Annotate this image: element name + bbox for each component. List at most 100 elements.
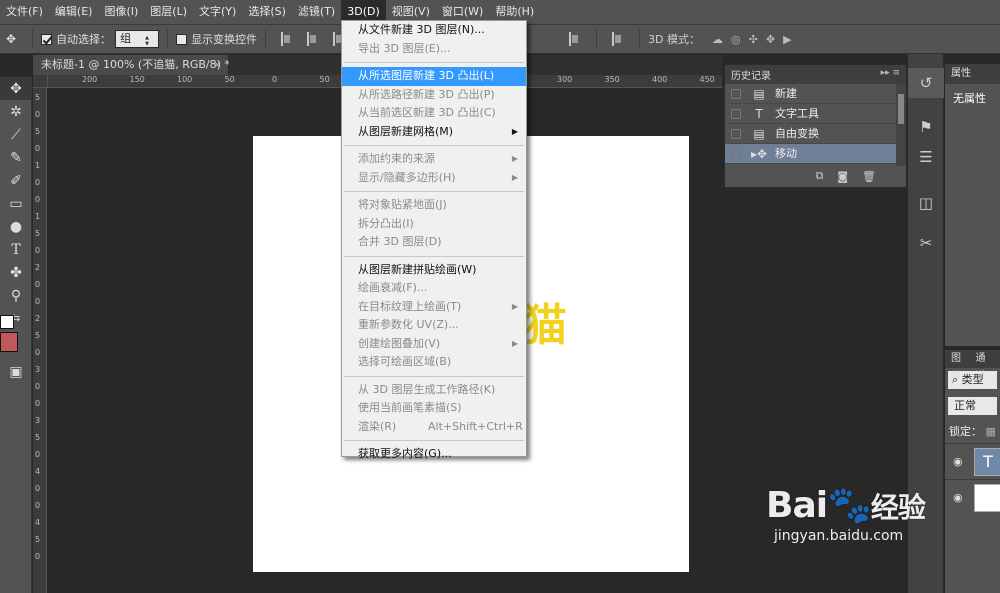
close-tab-icon[interactable]: ×: [213, 55, 222, 75]
auto-select-dropdown[interactable]: 组: [115, 30, 160, 48]
snapshot-icon[interactable]: ◙: [837, 170, 848, 183]
zoom-icon[interactable]: ⚲: [0, 284, 32, 307]
distribute-icon[interactable]: [569, 32, 581, 46]
trash-icon[interactable]: 🗑: [862, 170, 876, 183]
menu-item[interactable]: 图像(I): [98, 0, 144, 24]
menu-3d-item[interactable]: 选择可绘画区域(B): [342, 353, 526, 372]
visibility-eye-icon[interactable]: ◉: [953, 455, 963, 468]
show-transform-checkbox[interactable]: [176, 33, 188, 45]
eyedropper-icon[interactable]: ⟋: [0, 123, 32, 146]
3d-orbit-icon[interactable]: ☁: [712, 33, 723, 46]
menu-3d-item[interactable]: 合并 3D 图层(D): [342, 233, 526, 252]
screen-mode-icon[interactable]: ▣: [0, 360, 32, 383]
menu-3d-item[interactable]: 从所选图层新建 3D 凸出(L): [342, 67, 526, 86]
history-row[interactable]: ▤ 自由变换: [725, 124, 906, 144]
menu-3d-item[interactable]: 将对象贴紧地面(J): [342, 196, 526, 215]
history-row-label: 文字工具: [775, 107, 819, 120]
ruler-tick-label: 5: [35, 127, 41, 136]
history-panel-icon[interactable]: ↺: [908, 68, 944, 98]
menu-3d-item[interactable]: 导出 3D 图层(E)...: [342, 40, 526, 59]
brush-presets-icon[interactable]: ⚑: [908, 112, 944, 142]
3d-slide-icon[interactable]: ✥: [766, 33, 775, 46]
properties-tab[interactable]: 属性: [945, 64, 1000, 84]
menu-3d-item-label: 获取更多内容(G)...: [358, 447, 452, 460]
3d-pan-icon[interactable]: ✣: [749, 33, 758, 46]
history-tab[interactable]: 历史记录: [731, 67, 771, 82]
move-tool-icon[interactable]: ✥: [0, 77, 32, 100]
menu-3d-item[interactable]: 获取更多内容(G)...: [342, 445, 526, 464]
new-document-from-state-icon[interactable]: ⧉: [815, 169, 823, 183]
ruler-tick-label: 5: [35, 331, 41, 340]
blend-mode-dropdown[interactable]: 正常: [948, 397, 997, 415]
auto-select-checkbox[interactable]: [41, 33, 53, 45]
eraser-icon[interactable]: ▭: [0, 192, 32, 215]
menu-separator: [344, 191, 524, 192]
menu-item[interactable]: 编辑(E): [49, 0, 99, 24]
type-tool-icon[interactable]: T: [0, 238, 32, 261]
background-color-swatch[interactable]: [0, 332, 18, 352]
menu-3d-item[interactable]: 从文件新建 3D 图层(N)...: [342, 21, 526, 40]
menu-3d-item[interactable]: 绘画衰减(F)...: [342, 279, 526, 298]
menu-item[interactable]: 图层(L): [144, 0, 193, 24]
menu-3d-item-label: 添加约束的来源: [358, 152, 435, 165]
brush-icon[interactable]: ✎: [0, 146, 32, 169]
menu-item[interactable]: 文字(Y): [193, 0, 242, 24]
align-vcenter-icon[interactable]: [307, 32, 319, 46]
ruler-tick-label: 4: [35, 518, 41, 527]
layer-comps-icon[interactable]: ◫: [908, 188, 944, 218]
menu-3d-item[interactable]: 创建绘图叠加(V) ▶: [342, 335, 526, 354]
menu-3d-item[interactable]: 渲染(R) Alt+Shift+Ctrl+R: [342, 418, 526, 437]
ruler-tick-label: 100: [177, 75, 193, 84]
auto-align-icon[interactable]: [612, 32, 624, 46]
canvas-text-layer[interactable]: 猫: [523, 301, 567, 351]
menu-3d-item-label: 从图层新建网格(M): [358, 124, 454, 138]
foreground-color-swatch[interactable]: [0, 315, 14, 329]
menu-item[interactable]: 选择(S): [242, 0, 292, 24]
tool-presets-icon[interactable]: ✂: [908, 228, 944, 258]
menu-3d-item[interactable]: 使用当前画笔素描(S): [342, 399, 526, 418]
menu-3d-item[interactable]: 从图层新建拼贴绘画(W): [342, 261, 526, 280]
menu-3d-item[interactable]: 拆分凸出(I): [342, 215, 526, 234]
history-row[interactable]: ▸✥ 移动: [725, 144, 906, 164]
3d-camera-icon[interactable]: ▶: [783, 33, 791, 46]
channels-tab[interactable]: 通道: [976, 350, 991, 382]
layer-filter-dropdown[interactable]: ⌕ 类型: [948, 371, 997, 389]
options-separator: [265, 30, 267, 48]
panel-menu-icon[interactable]: ▸▸ ≡: [881, 68, 900, 78]
ruler-tick-label: 0: [35, 195, 41, 204]
3d-roll-icon[interactable]: ◎: [731, 33, 741, 46]
menu-3d-item[interactable]: 从图层新建网格(M) ▶: [342, 123, 526, 142]
menu-3d-item[interactable]: 从所选路径新建 3D 凸出(P): [342, 86, 526, 105]
history-source-checkbox[interactable]: [731, 149, 741, 159]
history-source-checkbox[interactable]: [731, 89, 741, 99]
menu-item[interactable]: 文件(F): [0, 0, 49, 24]
menu-3d-item[interactable]: 从当前选区新建 3D 凸出(C): [342, 104, 526, 123]
history-source-checkbox[interactable]: [731, 129, 741, 139]
history-source-checkbox[interactable]: [731, 109, 741, 119]
magic-wand-icon[interactable]: ✲: [0, 100, 32, 123]
adjustments-icon[interactable]: ☰: [908, 142, 944, 172]
custom-shape-icon[interactable]: ✤: [0, 261, 32, 284]
dodge-icon[interactable]: ●: [0, 215, 32, 238]
menu-3d-item[interactable]: 在目标纹理上绘画(T) ▶: [342, 298, 526, 317]
document-tab[interactable]: 未标题-1 @ 100% (不追猫, RGB/8) * ×: [33, 55, 230, 75]
submenu-arrow-icon: ▶: [511, 126, 518, 136]
menu-3d-item[interactable]: 从 3D 图层生成工作路径(K): [342, 381, 526, 400]
ruler-tick-label: 0: [35, 297, 41, 306]
history-row[interactable]: ▤ 新建: [725, 84, 906, 104]
history-row[interactable]: T 文字工具: [725, 104, 906, 124]
history-brush-icon[interactable]: ✐: [0, 169, 32, 192]
layers-tab[interactable]: 图层: [951, 350, 966, 382]
menu-3d-item[interactable]: 显示/隐藏多边形(H) ▶: [342, 169, 526, 188]
menu-item[interactable]: 滤镜(T): [292, 0, 341, 24]
move-tool-icon[interactable]: ✥: [6, 32, 16, 46]
menu-3d-item[interactable]: 添加约束的来源 ▶: [342, 150, 526, 169]
visibility-eye-icon[interactable]: ◉: [953, 491, 963, 504]
layer-row[interactable]: ◉ T: [945, 443, 1000, 479]
lock-pixels-icon[interactable]: ▦: [986, 425, 996, 438]
align-top-icon[interactable]: [281, 32, 293, 46]
history-scrollbar[interactable]: [896, 84, 906, 166]
move-icon: ▸✥: [751, 147, 768, 161]
layer-row[interactable]: ◉: [945, 479, 1000, 515]
menu-3d-item[interactable]: 重新参数化 UV(Z)...: [342, 316, 526, 335]
